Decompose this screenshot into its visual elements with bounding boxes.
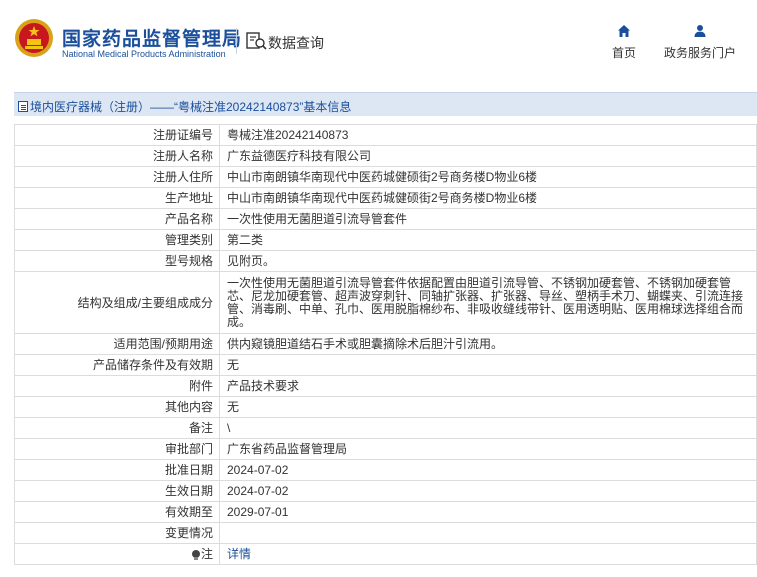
site-header: 国家药品监督管理局 National Medical Products Admi… <box>0 0 757 84</box>
table-row: 其他内容无 <box>14 396 757 418</box>
document-icon <box>18 101 28 112</box>
data-query-label[interactable]: 数据查询 <box>268 33 324 53</box>
field-label: 生效日期 <box>14 480 220 502</box>
table-row: 型号规格 见附页。 <box>14 250 757 272</box>
field-value: 详情 <box>219 543 757 565</box>
field-label: 注册人住所 <box>14 166 220 188</box>
table-row: 结构及组成/主要组成成分 一次性使用无菌胆道引流导管套件依据配置由胆道引流导管、不… <box>14 271 757 334</box>
table-row: 注册人住所 中山市南朗镇华南现代中医药城健硕街2号商务楼D物业6楼 <box>14 166 757 188</box>
table-row: 适用范围/预期用途 供内窥镜胆道结石手术或胆囊摘除术后胆汁引流用。 <box>14 333 757 355</box>
field-label: 产品名称 <box>14 208 220 230</box>
field-value: 广东益德医疗科技有限公司 <box>219 145 757 167</box>
field-label: 变更情况 <box>14 522 220 544</box>
table-row: 有效期至 2029-07-01 <box>14 501 757 523</box>
field-value: 一次性使用无菌胆道引流导管套件依据配置由胆道引流导管、不锈钢加硬套管、不锈钢加硬… <box>219 271 757 334</box>
nav-service-portal-label: 政务服务门户 <box>663 46 736 60</box>
field-value: 粤械注准20242140873 <box>219 124 757 146</box>
field-value <box>219 522 757 544</box>
table-row: 注册人名称 广东益德医疗科技有限公司 <box>14 145 757 167</box>
field-label: 有效期至 <box>14 501 220 523</box>
field-value: 第二类 <box>219 229 757 251</box>
table-row: 附件 产品技术要求 <box>14 375 757 397</box>
field-label: 管理类别 <box>14 229 220 251</box>
user-icon <box>694 25 706 37</box>
table-row: 注详情 <box>14 543 757 565</box>
data-query-icon <box>246 32 267 50</box>
field-label: 批准日期 <box>14 459 220 481</box>
field-label: 生产地址 <box>14 187 220 209</box>
field-value: 广东省药品监督管理局 <box>219 438 757 460</box>
field-value: 供内窥镜胆道结石手术或胆囊摘除术后胆汁引流用。 <box>219 333 757 355</box>
table-row: 备注 \ <box>14 417 757 439</box>
site-logo-title[interactable]: 国家药品监督管理局 <box>62 24 242 51</box>
nav-service-portal[interactable]: 政务服务门户 <box>660 24 740 61</box>
record-title-bar: 境内医疗器械（注册）——“粤械注准20242140873”基本信息 <box>14 92 757 116</box>
field-value: 中山市南朗镇华南现代中医药城健硕街2号商务楼D物业6楼 <box>219 166 757 188</box>
table-row: 生产地址 中山市南朗镇华南现代中医药城健硕街2号商务楼D物业6楼 <box>14 187 757 209</box>
table-row: 审批部门 广东省药品监督管理局 <box>14 438 757 460</box>
home-icon <box>618 25 630 37</box>
field-value: \ <box>219 417 757 439</box>
site-logo-subtitle: National Medical Products Administration <box>62 49 226 59</box>
field-value: 无 <box>219 354 757 376</box>
lightbulb-icon <box>191 550 200 560</box>
field-label: 注册证编号 <box>14 124 220 146</box>
field-label: 结构及组成/主要组成成分 <box>14 271 220 334</box>
field-value: 一次性使用无菌胆道引流导管套件 <box>219 208 757 230</box>
field-label: 产品储存条件及有效期 <box>14 354 220 376</box>
nav-home-label: 首页 <box>611 46 636 60</box>
note-label: 注 <box>14 543 220 565</box>
national-emblem-icon <box>15 19 53 57</box>
field-value: 2024-07-02 <box>219 480 757 502</box>
table-row: 批准日期 2024-07-02 <box>14 459 757 481</box>
header-divider <box>236 28 237 54</box>
table-row: 管理类别 第二类 <box>14 229 757 251</box>
note-label-text: 注 <box>200 547 213 561</box>
table-row: 生效日期 2024-07-02 <box>14 480 757 502</box>
record-title: 境内医疗器械（注册）——“粤械注准20242140873”基本信息 <box>18 98 351 115</box>
field-label: 注册人名称 <box>14 145 220 167</box>
registration-info-table: 注册证编号 粤械注准20242140873 注册人名称 广东益德医疗科技有限公司 注… <box>14 124 757 565</box>
field-label: 型号规格 <box>14 250 220 272</box>
field-label: 附件 <box>14 375 220 397</box>
field-value: 产品技术要求 <box>219 375 757 397</box>
field-label: 其他内容 <box>14 396 220 418</box>
field-value: 无 <box>219 396 757 418</box>
field-label: 审批部门 <box>14 438 220 460</box>
field-value: 2029-07-01 <box>219 501 757 523</box>
field-value: 2024-07-02 <box>219 459 757 481</box>
table-row: 变更情况 <box>14 522 757 544</box>
field-value: 见附页。 <box>219 250 757 272</box>
field-value: 中山市南朗镇华南现代中医药城健硕街2号商务楼D物业6楼 <box>219 187 757 209</box>
field-label: 适用范围/预期用途 <box>14 333 220 355</box>
record-title-text: 境内医疗器械（注册）——“粤械注准20242140873”基本信息 <box>30 100 352 114</box>
nav-home[interactable]: 首页 <box>606 24 642 61</box>
details-link[interactable]: 详情 <box>227 547 251 561</box>
table-row: 产品名称 一次性使用无菌胆道引流导管套件 <box>14 208 757 230</box>
table-row: 注册证编号 粤械注准20242140873 <box>14 124 757 146</box>
field-label: 备注 <box>14 417 220 439</box>
table-row: 产品储存条件及有效期无 <box>14 354 757 376</box>
